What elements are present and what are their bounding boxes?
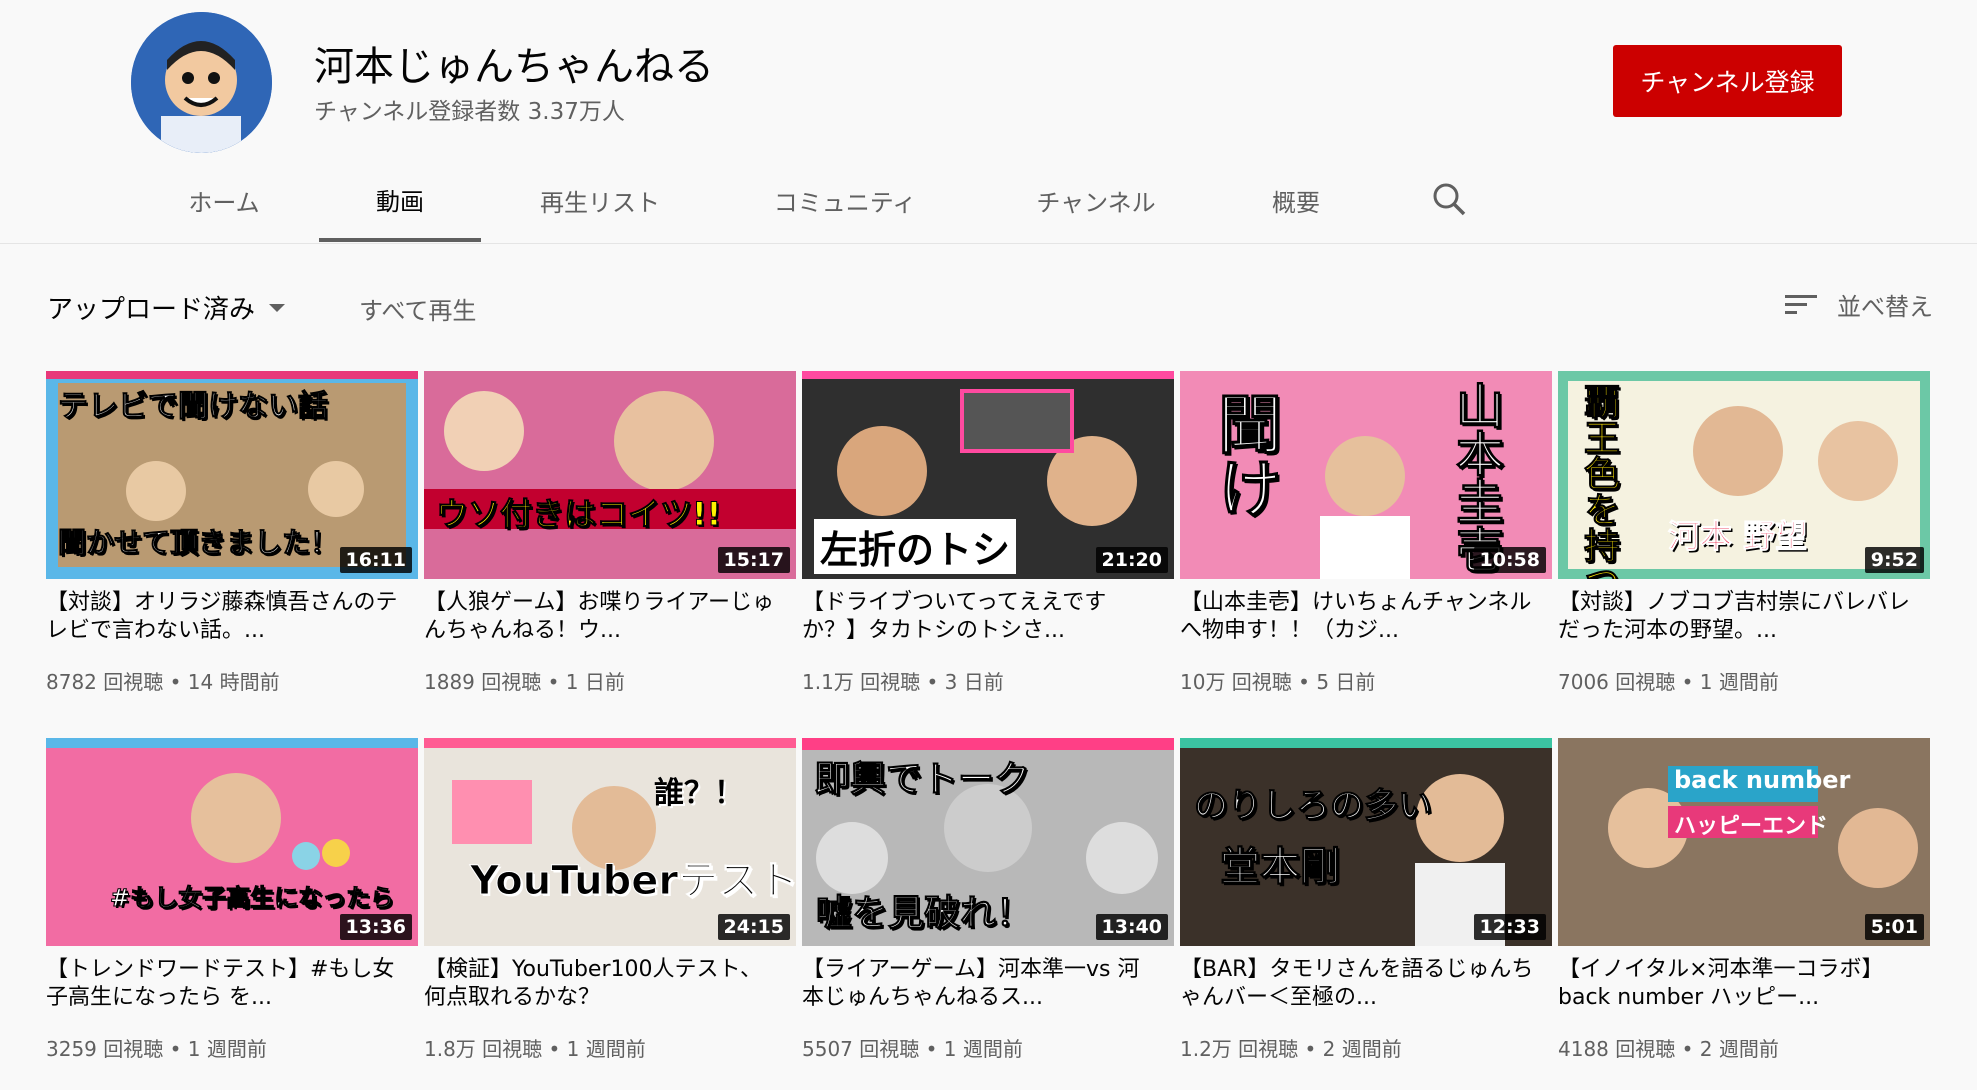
video-title[interactable]: 【対談】オリラジ藤森慎吾さんのテレビで言わない話。... <box>46 589 401 645</box>
video-meta: 1.2万 回視聴 • 2 週間前 <box>1180 1037 1402 1061</box>
video-title[interactable]: 【人狼ゲーム】お喋りライアーじゅんちゃんねる！ウ... <box>424 589 779 645</box>
thumbnail-caption: YouTuberテスト <box>469 858 796 905</box>
video-meta: 5507 回視聴 • 1 週間前 <box>802 1037 1023 1061</box>
tab-channels[interactable]: チャンネル <box>1018 160 1174 240</box>
sort-label: 並べ替え <box>1837 293 1933 321</box>
video-title[interactable]: 【対談】ノブコブ吉村崇にバレバレだった河本の野望。... <box>1558 589 1913 645</box>
duration-badge: 12:33 <box>1473 914 1546 940</box>
video-card[interactable]: 即興でトーク 嘘を見破れ！ 13:40 【ライアーゲーム】河本準一vs 河本じゅ… <box>802 738 1174 1078</box>
duration-badge: 24:15 <box>717 914 790 940</box>
video-title[interactable]: 【トレンドワードテスト】#もし女子高生になったら を... <box>46 956 401 1012</box>
thumbnail-caption-2: ハッピーエンド <box>1674 814 1829 839</box>
video-meta: 1.1万 回視聴 • 3 日前 <box>802 670 1004 694</box>
video-thumbnail[interactable]: 左折のトシ 21:20 <box>802 371 1174 579</box>
video-thumbnail[interactable]: 誰？！ YouTuberテスト 24:15 <box>424 738 796 946</box>
thumbnail-caption-2: 誰？！ <box>654 776 744 811</box>
duration-badge: 9:52 <box>1864 547 1924 573</box>
channel-name: 河本じゅんちゃんねる <box>314 44 714 90</box>
thumbnail-caption-2: 聞かせて頂きました！ <box>57 526 339 560</box>
duration-badge: 21:20 <box>1095 547 1168 573</box>
video-card[interactable]: #もし女子高生になったら 13:36 【トレンドワードテスト】#もし女子高生にな… <box>46 738 418 1078</box>
video-card[interactable]: back number ハッピーエンド 5:01 【イノイタル×河本準一コラボ】… <box>1558 738 1930 1078</box>
thumbnail-caption: 左折のトシ <box>814 519 1017 574</box>
video-title[interactable]: 【BAR】タモリさんを語るじゅんちゃんバー＜至極の... <box>1180 956 1535 1012</box>
video-title[interactable]: 【ドライブついてってええですか？】タカトシのトシさ... <box>802 589 1157 645</box>
video-card[interactable]: のりしろの多い 堂本剛 12:33 【BAR】タモリさんを語るじゅんちゃんバー＜… <box>1180 738 1552 1078</box>
video-thumbnail[interactable]: のりしろの多い 堂本剛 12:33 <box>1180 738 1552 946</box>
channel-tabs: ホーム 動画 再生リスト コミュニティ チャンネル 概要 <box>0 160 1977 242</box>
video-meta: 1889 回視聴 • 1 日前 <box>424 670 625 694</box>
video-title[interactable]: 【ライアーゲーム】河本準一vs 河本じゅんちゃんねるス... <box>802 956 1157 1012</box>
thumbnail-caption-2: 堂本剛 <box>1220 844 1341 891</box>
video-card[interactable]: 左折のトシ 21:20 【ドライブついてってええですか？】タカトシのトシさ...… <box>802 371 1174 711</box>
video-thumbnail[interactable]: 聞け 山本圭壱 10:58 <box>1180 371 1552 579</box>
tab-community[interactable]: コミュニティ <box>760 160 930 240</box>
tab-home[interactable]: ホーム <box>168 160 280 240</box>
video-meta: 7006 回視聴 • 1 週間前 <box>1558 670 1779 694</box>
play-all-link[interactable]: すべて再生 <box>359 291 476 326</box>
thumbnail-caption: 即興でトーク <box>813 759 1031 801</box>
video-thumbnail[interactable]: back number ハッピーエンド 5:01 <box>1558 738 1930 946</box>
video-meta: 3259 回視聴 • 1 週間前 <box>46 1037 267 1061</box>
uploads-label: アップロード済み <box>47 295 256 325</box>
tab-about[interactable]: 概要 <box>1250 160 1342 240</box>
tab-videos[interactable]: 動画 <box>319 160 481 242</box>
video-title[interactable]: 【検証】YouTuber100人テスト、何点取れるかな？ <box>424 956 779 1012</box>
search-icon[interactable] <box>1430 180 1470 220</box>
video-thumbnail[interactable]: 即興でトーク 嘘を見破れ！ 13:40 <box>802 738 1174 946</box>
video-title[interactable]: 【イノイタル×河本準一コラボ】back number ハッピー... <box>1558 956 1913 1012</box>
video-card[interactable]: 聞け 山本圭壱 10:58 【山本圭壱】けいちょんチャンネルへ物申す！！（カジ.… <box>1180 371 1552 711</box>
duration-badge: 16:11 <box>339 547 412 573</box>
duration-badge: 10:58 <box>1473 547 1546 573</box>
thumbnail-caption: back number <box>1674 766 1851 794</box>
thumbnail-caption-2: 山本圭壱 <box>1447 381 1504 574</box>
video-title[interactable]: 【山本圭壱】けいちょんチャンネルへ物申す！！（カジ... <box>1180 589 1535 645</box>
video-thumbnail[interactable]: ウソ付きはコイツ!! 15:17 <box>424 371 796 579</box>
duration-badge: 13:40 <box>1095 914 1168 940</box>
channel-avatar[interactable] <box>131 12 272 153</box>
caret-down-icon <box>269 303 286 312</box>
duration-badge: 5:01 <box>1864 914 1924 940</box>
video-thumbnail[interactable]: #もし女子高生になったら 13:36 <box>46 738 418 946</box>
subscribe-button[interactable]: チャンネル登録 <box>1613 45 1842 117</box>
video-card[interactable]: 覇王色を持つ男 河本 野望 9:52 【対談】ノブコブ吉村崇にバレバレだった河本… <box>1558 371 1930 711</box>
uploads-dropdown[interactable]: アップロード済み <box>47 289 286 326</box>
video-card[interactable]: テレビで聞けない話 聞かせて頂きました！ 16:11 【対談】オリラジ藤森慎吾さ… <box>46 371 418 711</box>
video-card[interactable]: ウソ付きはコイツ!! 15:17 【人狼ゲーム】お喋りライアーじゅんちゃんねる！… <box>424 371 796 711</box>
thumbnail-caption: #もし女子高生になったら <box>109 884 395 913</box>
thumbnail-caption: 覇王色を持つ男 <box>1578 383 1620 580</box>
sort-button[interactable]: 並べ替え <box>1785 287 1933 322</box>
subscriber-count: チャンネル登録者数 3.37万人 <box>314 99 625 125</box>
duration-badge: 13:36 <box>339 914 412 940</box>
thumbnail-caption: のりしろの多い <box>1194 786 1433 827</box>
duration-badge: 15:17 <box>717 547 790 573</box>
sort-icon <box>1785 294 1817 314</box>
video-thumbnail[interactable]: 覇王色を持つ男 河本 野望 9:52 <box>1558 371 1930 579</box>
video-toolbar: アップロード済み すべて再生 並べ替え <box>0 265 1977 345</box>
video-meta: 10万 回視聴 • 5 日前 <box>1180 670 1376 694</box>
thumbnail-caption: 聞け <box>1207 391 1282 520</box>
video-card[interactable]: 誰？！ YouTuberテスト 24:15 【検証】YouTuber100人テス… <box>424 738 796 1078</box>
video-thumbnail[interactable]: テレビで聞けない話 聞かせて頂きました！ 16:11 <box>46 371 418 579</box>
thumbnail-caption: テレビで聞けない話 <box>58 389 329 425</box>
video-meta: 4188 回視聴 • 2 週間前 <box>1558 1037 1779 1061</box>
thumbnail-caption-2: 嘘を見破れ！ <box>815 893 1033 935</box>
tab-playlists[interactable]: 再生リスト <box>520 160 680 240</box>
channel-header: 河本じゅんちゃんねる チャンネル登録者数 3.37万人 チャンネル登録 ホーム … <box>0 0 1977 244</box>
thumbnail-caption-2: 河本 野望 <box>1667 517 1808 556</box>
video-meta: 1.8万 回視聴 • 1 週間前 <box>424 1037 646 1061</box>
thumbnail-caption: ウソ付きはコイツ!! <box>435 495 722 534</box>
video-meta: 8782 回視聴 • 14 時間前 <box>46 670 280 694</box>
